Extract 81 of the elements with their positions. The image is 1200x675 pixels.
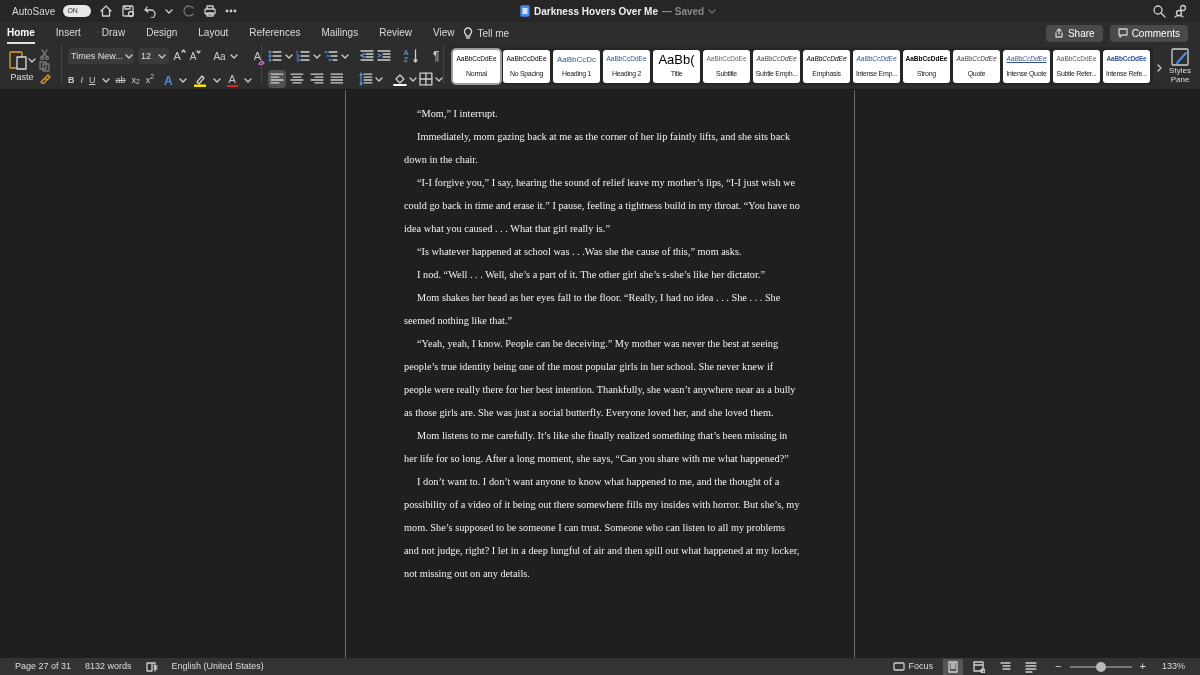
focus-icon [892,662,905,671]
share-button[interactable]: Share [1045,24,1103,42]
ribbon-tab[interactable]: References [249,22,301,44]
font-name-field[interactable]: Times New... [68,48,134,65]
print-view-icon[interactable] [943,658,964,675]
align-left-icon[interactable] [268,70,286,88]
font-color-button[interactable]: A [226,74,238,87]
highlighter-icon[interactable] [192,74,207,87]
text-effects-button[interactable]: A [164,71,173,90]
change-case-button[interactable]: Aa [213,48,226,64]
word-count[interactable]: 8132 words [85,659,132,674]
eraser-icon [258,59,265,65]
body-paragraph: “Yeah, yeah, I know. People can be deceiving.” My mother was never the best at seeing people’s true identity being one of the most popular girls in her school. She never knew if people were really there for her best intention. Thankfully, she wasn’t anywhere near as a bully as those girls are. She was just a social butterfly. Everyone loved her, and she loved them. [404,337,797,420]
caret-icon [124,52,133,60]
ribbon-tab[interactable]: Layout [198,22,229,44]
caret-icon[interactable] [229,52,238,60]
borders-icon[interactable] [419,72,433,86]
caret-icon [158,52,167,60]
document-icon [520,5,530,17]
italic-button[interactable]: I [80,73,83,88]
bullet-list-icon[interactable] [268,49,282,63]
clipboard-icon[interactable] [8,49,28,71]
ribbon-tab[interactable]: Draw [101,22,126,44]
body-paragraph: “I-I forgive you,” I say, hearing the sound of relief leave my mother’s lips, “I-I just wish we could go back in time and erase it.” I pause, feeling a tightness build in my throat. “You have no idea what you caused . . . What that girl really is.” [404,176,800,236]
clear-formatting-button[interactable]: A [253,48,261,65]
line-spacing-icon[interactable] [359,72,374,86]
home-icon[interactable] [99,4,114,18]
undo-icon[interactable] [143,4,158,18]
decrease-indent-icon[interactable] [360,49,374,63]
people-icon[interactable] [1174,4,1188,18]
caret-up-icon [180,48,186,53]
numbered-list-icon[interactable] [296,49,310,63]
zoom-level[interactable]: 133% [1161,659,1185,674]
show-marks-button[interactable]: ¶ [433,47,440,65]
search-icon[interactable] [1152,4,1166,18]
multilevel-list-icon[interactable] [324,49,338,63]
zoom-in-button[interactable]: + [1139,658,1146,675]
language-label[interactable]: English (United States) [171,659,264,674]
ribbon-tab[interactable]: Design [146,22,178,44]
grow-font-button[interactable]: A [173,48,186,65]
proofing-icon[interactable] [145,661,158,672]
styles-pane-icon[interactable] [1171,48,1189,66]
chevron-right-icon[interactable] [1157,64,1163,72]
underline-button[interactable]: U [89,73,96,88]
autosave-label: AutoSave [12,4,56,19]
paste-label[interactable]: Paste [10,71,34,85]
save-status[interactable]: — Saved [661,3,705,19]
sub-button[interactable]: x$_{2}$ [131,73,140,88]
ribbon-tab[interactable]: Review [379,22,412,44]
caret-down-icon [196,48,202,54]
comment-icon [1117,28,1128,38]
zoom-out-button[interactable]: − [1055,658,1062,675]
body-paragraph: “Mom,” I interrupt. [416,107,499,121]
document-title: Darkness Hovers Over Me [534,4,658,19]
print-icon[interactable] [203,4,218,18]
shading-icon[interactable] [393,72,408,86]
ribbon-tab[interactable]: Mailings [321,22,359,44]
tell-me-field[interactable]: Tell me [477,25,510,41]
font-size-field[interactable]: 12 [138,48,170,65]
body-paragraph: Immediately, mom gazing back at me as the corner of her lip faintly lifts, and she sits back down in the chair. [404,130,792,167]
page-count[interactable]: Page 27 of 31 [15,659,72,674]
format-painter-icon[interactable] [39,73,51,84]
increase-indent-icon[interactable] [377,49,391,63]
styles-pane-button[interactable]: Styles Pane [1167,66,1193,84]
focus-button[interactable]: Focus [892,659,934,674]
save-icon[interactable] [121,4,136,18]
bold-button[interactable]: B [68,73,75,88]
ribbon-tab[interactable]: Insert [55,22,81,44]
body-paragraph: Mom listens to me carefully. It’s like she finally realized something that’s been missing in her life for so long. After a long moment, she says, “Can you share with me what happened?” [404,429,790,466]
comments-button[interactable]: Comments [1109,24,1188,42]
strike-button[interactable]: ab [115,73,126,88]
sup-button[interactable]: x$^{2}$ [145,73,155,88]
shrink-font-button[interactable]: A [189,48,202,64]
ribbon-tab[interactable]: View [432,22,455,44]
share-icon [1053,28,1064,38]
body-paragraph: I nod. “Well . . . Well, she’s a part of it. The other girl she’s s-she’s like her dictator.” [416,268,766,282]
sort-arrow-icon[interactable] [413,49,418,63]
body-paragraph: “Is whatever happened at school was . . .Was she the cause of this,” mom asks. [416,245,743,259]
body-paragraph: I don’t want to. I don’t want anyone to know what happened to me, and the thought of a possibility of a video of it being out there somewhere fills my insides with horror. But she’s, my mom. She’s supposed to be someone I can trust. Someone who can listen to all my problems and not judge, right? I let in a deep lungful of air and then spill out what happened at my locker, not missing out on any details. [404,475,800,581]
body-paragraph: Mom shakes her head as her eyes fall to the floor. “Really, I had no idea . . . She . . . She seemed nothing like that.” [404,291,782,328]
lightbulb-icon [463,26,474,40]
